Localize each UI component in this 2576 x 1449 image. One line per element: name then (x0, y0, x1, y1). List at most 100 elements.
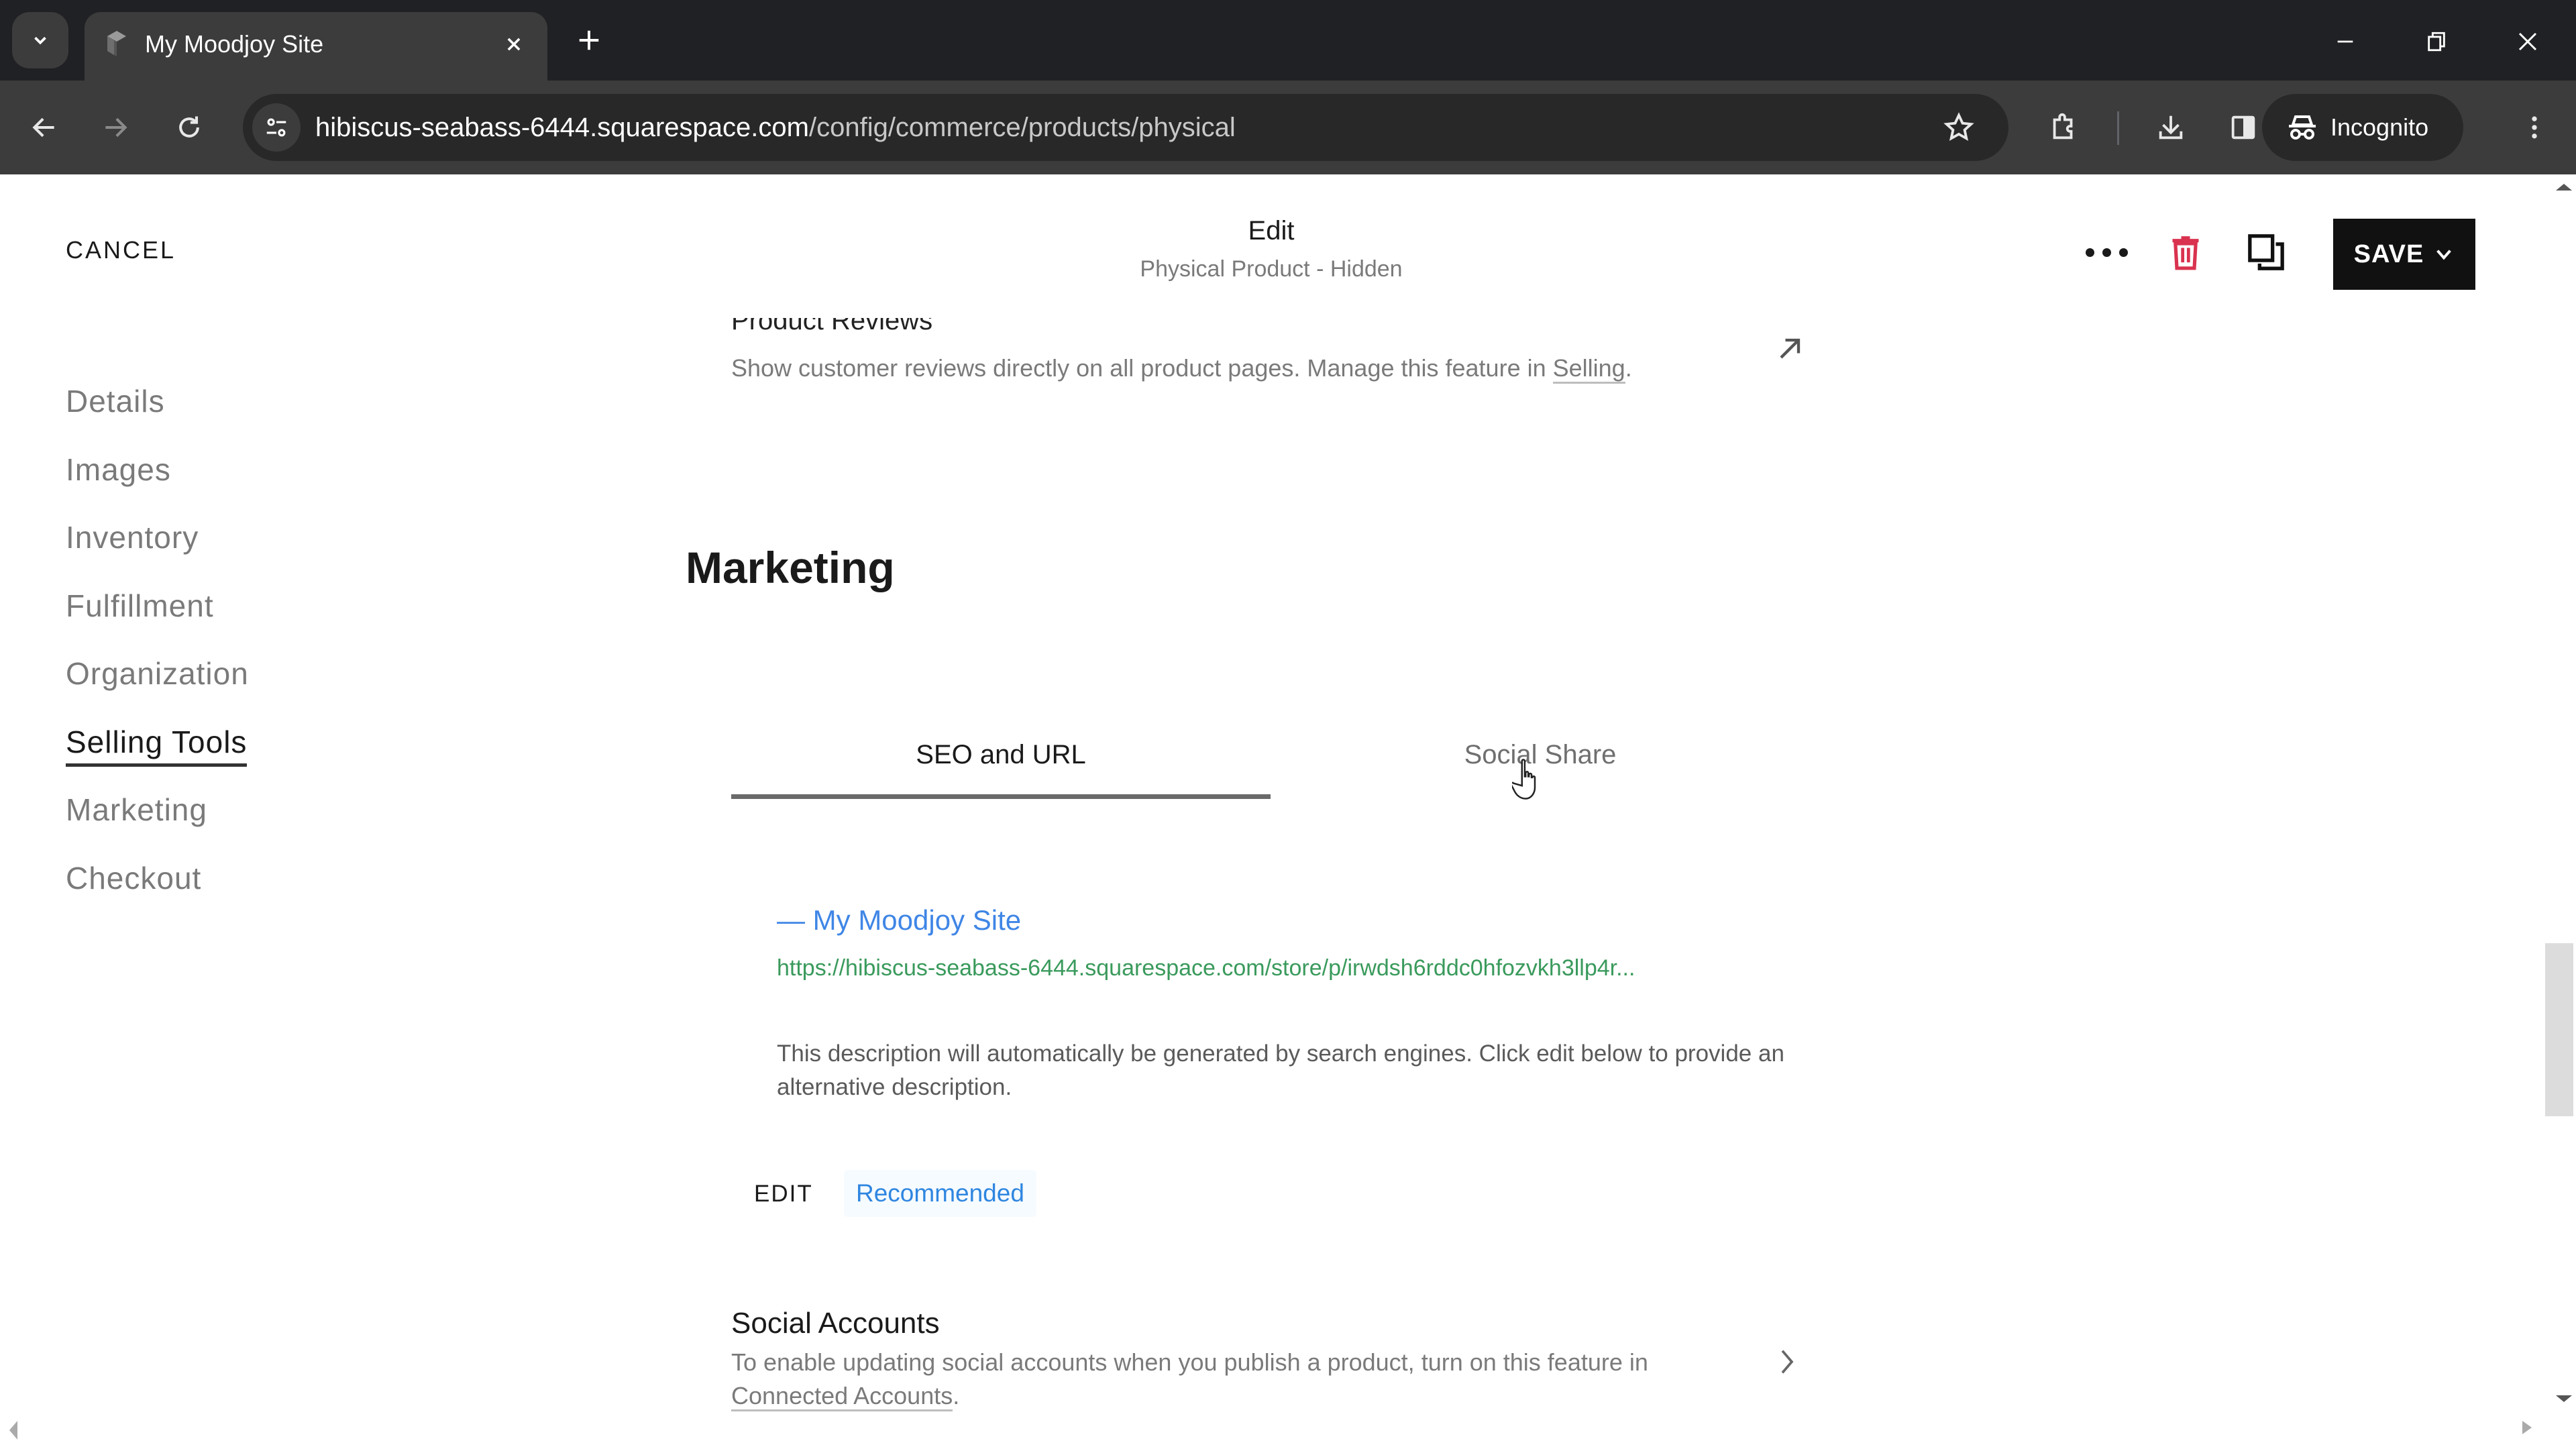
minimize-icon (2337, 40, 2353, 43)
plus-icon (579, 30, 599, 50)
social-accounts-title: Social Accounts (731, 1307, 940, 1340)
scroll-down-arrow[interactable] (2556, 1395, 2572, 1402)
description-suffix: . (953, 1382, 960, 1409)
dot (2085, 248, 2094, 257)
tab-title: My Moodjoy Site (145, 30, 324, 58)
extensions-button[interactable] (2042, 106, 2085, 149)
active-tab-indicator (731, 794, 1271, 799)
description-text: Show customer reviews directly on all pr… (731, 354, 1553, 382)
sidenav-label: Fulfillment (66, 588, 214, 623)
scroll-left-arrow[interactable] (9, 1421, 17, 1440)
connected-accounts-link[interactable]: Connected Accounts (731, 1382, 953, 1411)
sidenav-item-inventory[interactable]: Inventory (66, 519, 249, 587)
bookmark-button[interactable] (1941, 110, 1976, 145)
puzzle-icon (2053, 113, 2073, 140)
sidenav-label: Selling Tools (66, 724, 248, 767)
seo-preview-title: — My Moodjoy Site (777, 904, 1022, 936)
sidenav-item-organization[interactable]: Organization (66, 655, 249, 723)
recommended-badge: Recommended (844, 1170, 1036, 1217)
browser-toolbar: hibiscus-seabass-6444.squarespace.com/co… (0, 80, 2576, 174)
forward-button[interactable] (94, 106, 137, 149)
cancel-button[interactable]: CANCEL (66, 236, 176, 264)
url-path: /config/commerce/products/physical (808, 113, 1236, 142)
minimize-button[interactable] (2318, 15, 2372, 68)
dot (2102, 248, 2111, 257)
incognito-badge[interactable]: Incognito (2262, 94, 2463, 161)
save-button[interactable]: SAVE (2333, 219, 2475, 290)
star-icon (1943, 112, 1974, 142)
duplicate-icon (2248, 234, 2284, 270)
delete-button[interactable] (2164, 231, 2207, 274)
external-link-icon[interactable] (1772, 331, 1807, 366)
page-title: Edit (1248, 216, 1295, 246)
address-bar[interactable]: hibiscus-seabass-6444.squarespace.com/co… (243, 94, 2008, 161)
close-icon (507, 38, 521, 51)
scrollbar-thumb[interactable] (2545, 943, 2573, 1116)
site-info-button[interactable] (252, 103, 301, 152)
toolbar-divider (2117, 111, 2119, 145)
hand-cursor-icon (1512, 759, 1536, 800)
sidenav-label: Organization (66, 656, 249, 691)
restore-button[interactable] (2410, 15, 2463, 68)
tab-close-button[interactable] (496, 27, 531, 62)
sidenav-item-fulfillment[interactable]: Fulfillment (66, 587, 249, 655)
close-icon (2518, 32, 2537, 51)
product-reviews-description: Show customer reviews directly on all pr… (731, 354, 1632, 384)
seo-preview-url: https://hibiscus-seabass-6444.squarespac… (777, 955, 1635, 981)
edit-seo-button[interactable]: EDIT (754, 1181, 813, 1208)
product-reviews-title: Product Reviews (731, 318, 932, 338)
seo-preview-description: This description will automatically be g… (777, 1040, 1784, 1100)
social-accounts-description: To enable updating social accounts when … (731, 1346, 1737, 1413)
download-icon (2159, 115, 2183, 140)
description-text: To enable updating social accounts when … (731, 1348, 1648, 1376)
product-editor: CANCEL Edit Physical Product - Hidden SA… (0, 174, 2576, 1449)
sidenav-item-details[interactable]: Details (66, 382, 249, 451)
sidenav-label: Checkout (66, 860, 202, 896)
scroll-up-arrow[interactable] (2556, 184, 2572, 191)
arrow-right-icon (105, 117, 127, 138)
side-panel-button[interactable] (2222, 106, 2265, 149)
back-button[interactable] (23, 106, 66, 149)
browser-menu-button[interactable] (2513, 106, 2556, 149)
sidenav-item-selling-tools[interactable]: Selling Tools (66, 723, 249, 792)
scroll-right-arrow[interactable] (2522, 1421, 2532, 1434)
incognito-icon (2289, 115, 2316, 140)
close-window-button[interactable] (2501, 15, 2555, 68)
squarespace-cube-icon (107, 31, 126, 56)
tab-search-button[interactable] (12, 12, 68, 68)
chevron-right-icon[interactable] (1774, 1343, 1801, 1381)
url-text[interactable]: hibiscus-seabass-6444.squarespace.com/co… (315, 110, 1236, 145)
page-subtitle: Physical Product - Hidden (1140, 256, 1403, 282)
arrow-left-icon (32, 117, 54, 138)
url-host: hibiscus-seabass-6444.squarespace.com (315, 113, 809, 142)
dot (2118, 248, 2128, 257)
sidenav-label: Details (66, 384, 165, 419)
reload-button[interactable] (168, 106, 211, 149)
browser-tabstrip: My Moodjoy Site (0, 0, 2576, 80)
side-panel-icon (2231, 115, 2255, 140)
vertical-scrollbar[interactable] (2545, 174, 2576, 1436)
new-tab-button[interactable] (569, 20, 609, 60)
section-nav: Details Images Inventory Fulfillment Org… (66, 382, 249, 927)
chevron-down-icon (2436, 250, 2452, 260)
description-suffix: . (1625, 354, 1632, 382)
duplicate-button[interactable] (2245, 231, 2288, 274)
restore-icon (2428, 32, 2445, 52)
marketing-section-title: Marketing (686, 543, 895, 592)
sidenav-label: Marketing (66, 792, 207, 827)
selling-link[interactable]: Selling (1552, 354, 1625, 384)
downloads-button[interactable] (2149, 106, 2192, 149)
chevron-down-icon (34, 36, 46, 45)
reload-icon (179, 116, 199, 138)
product-reviews-title-text: Product Reviews (731, 318, 933, 335)
sidenav-item-marketing[interactable]: Marketing (66, 791, 249, 859)
sidenav-item-images[interactable]: Images (66, 451, 249, 519)
more-options-button[interactable] (2080, 237, 2133, 267)
tune-icon (266, 118, 286, 137)
kebab-menu-icon (2532, 116, 2537, 139)
incognito-label: Incognito (2330, 113, 2429, 141)
browser-tab[interactable]: My Moodjoy Site (85, 12, 547, 80)
trash-icon (2172, 236, 2199, 270)
sidenav-item-checkout[interactable]: Checkout (66, 859, 249, 928)
save-label: SAVE (2353, 239, 2424, 268)
